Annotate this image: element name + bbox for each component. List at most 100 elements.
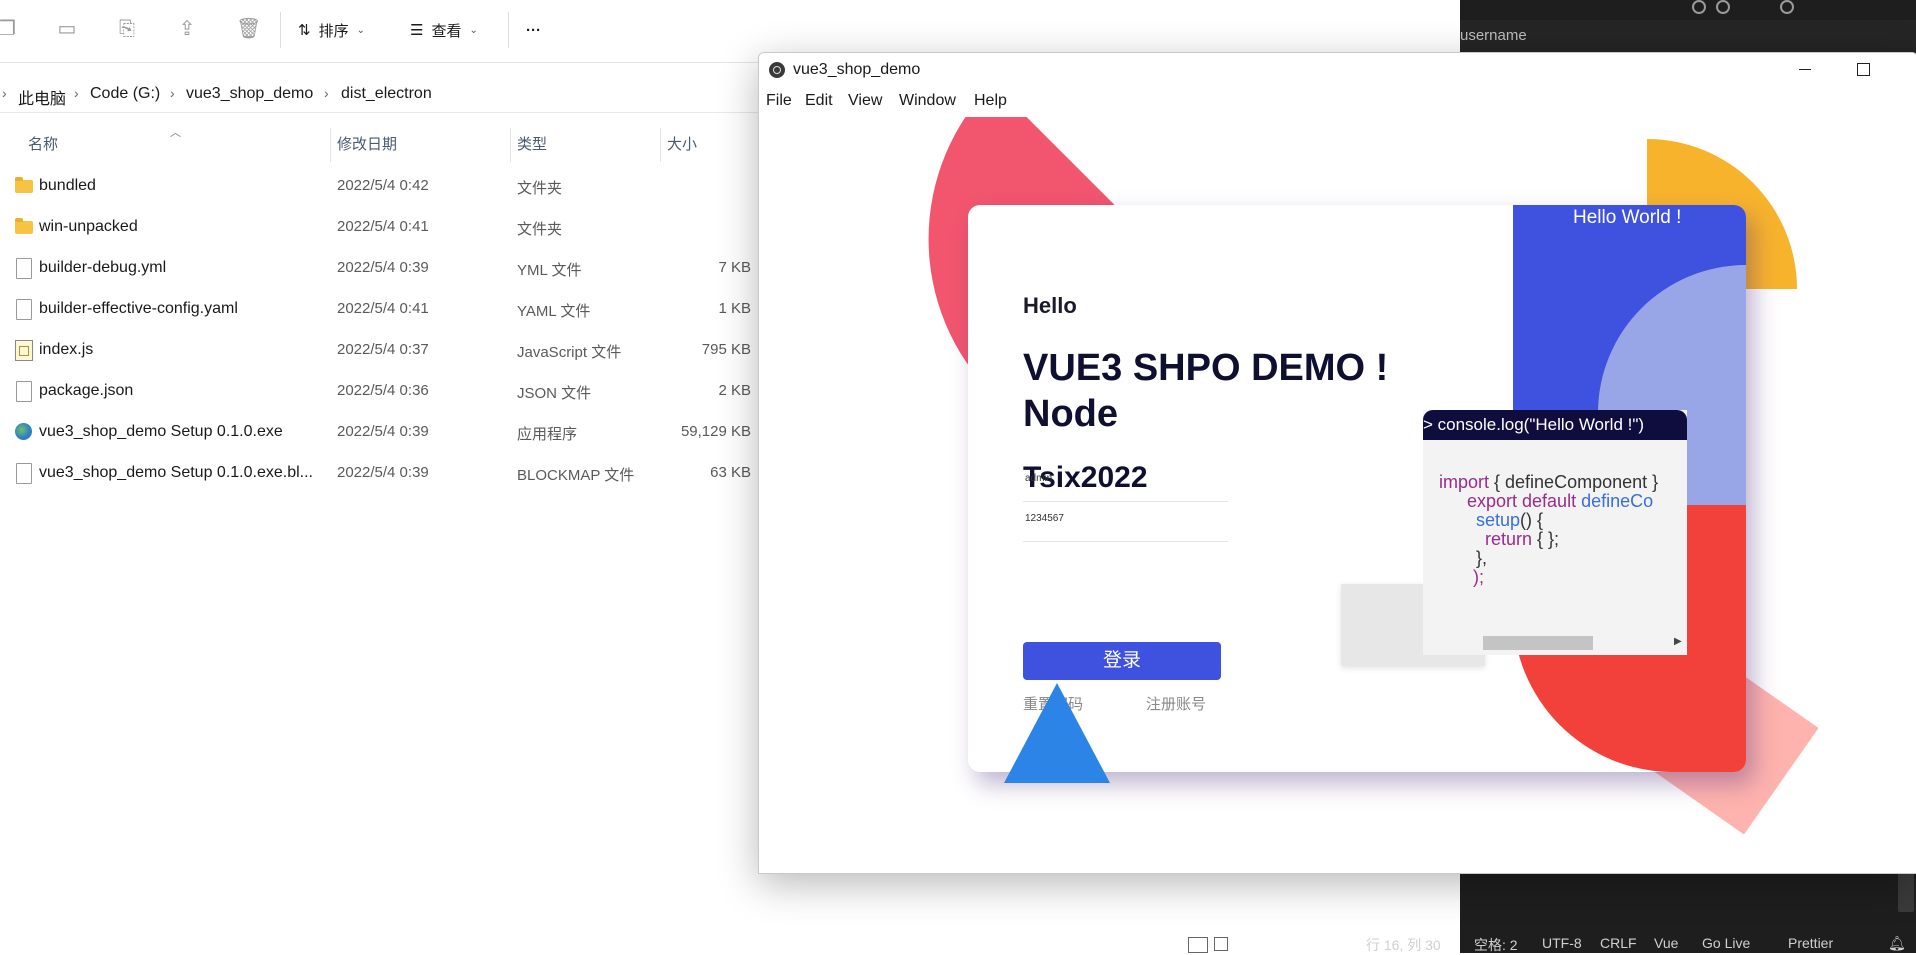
menu-window[interactable]: Window bbox=[899, 92, 956, 110]
view-button[interactable]: ☰ 查看 ⌄ bbox=[410, 17, 478, 43]
chevron-right-icon: › bbox=[324, 85, 329, 101]
breadcrumb-item[interactable]: Code (G:) bbox=[90, 85, 160, 103]
register-link[interactable]: 注册账号 bbox=[1146, 693, 1206, 714]
code-scrollbar-thumb[interactable] bbox=[1483, 636, 1593, 650]
breadcrumb-item[interactable]: vue3_shop_demo bbox=[186, 85, 313, 103]
status-prettier[interactable]: Prettier bbox=[1788, 935, 1833, 951]
login-button[interactable]: 登录 bbox=[1023, 642, 1221, 680]
decorative-blue-triangle bbox=[1004, 683, 1110, 783]
username-field bbox=[1023, 461, 1228, 502]
file-type: 文件夹 bbox=[517, 180, 563, 197]
column-divider[interactable] bbox=[510, 128, 511, 162]
status-position[interactable]: 行 16, 列 30 bbox=[1366, 935, 1441, 955]
code-text: { defineComponent } bbox=[1489, 472, 1659, 492]
file-date: 2022/5/4 0:39 bbox=[337, 423, 429, 440]
column-header-type[interactable]: 类型 bbox=[517, 133, 547, 154]
code-function: setup bbox=[1476, 510, 1521, 530]
electron-logo-icon bbox=[769, 62, 785, 78]
file-name: builder-effective-config.yaml bbox=[39, 300, 238, 317]
folder-icon bbox=[15, 218, 33, 234]
file-type: BLOCKMAP 文件 bbox=[517, 467, 635, 484]
toolbar-divider bbox=[280, 12, 281, 48]
title-line-2: Node bbox=[1023, 393, 1118, 435]
menu-help[interactable]: Help bbox=[974, 92, 1007, 110]
column-header-name[interactable]: 名称 bbox=[28, 133, 58, 154]
code-keyword: import bbox=[1439, 472, 1490, 492]
file-date: 2022/5/4 0:37 bbox=[337, 341, 429, 358]
file-type: YAML 文件 bbox=[517, 303, 591, 320]
file-name: index.js bbox=[39, 341, 94, 358]
file-type: JavaScript 文件 bbox=[517, 344, 622, 361]
sort-ascending-icon: ︿ bbox=[170, 127, 181, 139]
code-keyword: return bbox=[1485, 529, 1533, 549]
copy-icon[interactable]: ❐ bbox=[0, 18, 18, 40]
menu-view[interactable]: View bbox=[848, 92, 882, 110]
tiles-view-icon[interactable] bbox=[1214, 937, 1228, 951]
code-text: () { bbox=[1520, 510, 1544, 530]
greeting-text: Hello bbox=[1023, 293, 1077, 318]
file-type: 文件夹 bbox=[517, 221, 563, 238]
chevron-down-icon: ⌄ bbox=[469, 24, 478, 36]
minimize-icon[interactable] bbox=[1799, 69, 1811, 70]
code-snippet-card: > console.log("Hello World !") import { … bbox=[1423, 410, 1687, 655]
file-name: bundled bbox=[39, 177, 96, 194]
column-header-size[interactable]: 大小 bbox=[667, 133, 697, 154]
status-eol[interactable]: CRLF bbox=[1600, 935, 1637, 951]
javascript-file-icon bbox=[15, 340, 33, 361]
username-input[interactable] bbox=[1023, 473, 1227, 484]
file-type: YML 文件 bbox=[517, 262, 582, 279]
code-function: defineCo bbox=[1576, 491, 1654, 511]
sort-button[interactable]: ⇅ 排序 ⌄ bbox=[298, 17, 365, 43]
file-type: JSON 文件 bbox=[517, 385, 592, 402]
document-icon bbox=[16, 381, 32, 402]
delete-icon[interactable]: 🗑︎ bbox=[236, 18, 261, 40]
password-input[interactable] bbox=[1023, 513, 1227, 524]
info-icon[interactable] bbox=[1780, 0, 1794, 14]
chevron-right-icon: › bbox=[2, 85, 7, 101]
column-divider[interactable] bbox=[330, 128, 331, 162]
file-size: 2 KB bbox=[718, 382, 751, 399]
status-golive[interactable]: Go Live bbox=[1702, 935, 1750, 951]
more-options-button[interactable]: ··· bbox=[526, 17, 541, 43]
installer-icon bbox=[15, 423, 32, 440]
editor-toolbar bbox=[1460, 0, 1916, 20]
file-date: 2022/5/4 0:41 bbox=[337, 218, 429, 235]
app-content: Hello World ! Hello VUE3 SHPO DEMO ! Nod… bbox=[759, 117, 1916, 873]
refresh-icon[interactable] bbox=[1716, 0, 1730, 14]
page-title: VUE3 SHPO DEMO ! Node bbox=[1023, 345, 1423, 437]
code-line: import { defineComponent } bbox=[1439, 472, 1658, 493]
view-label: 查看 bbox=[431, 22, 462, 40]
panel-label: username bbox=[1460, 27, 1527, 44]
file-date: 2022/5/4 0:36 bbox=[337, 382, 429, 399]
scroll-right-icon[interactable]: ▶ bbox=[1674, 636, 1682, 647]
status-language[interactable]: Vue bbox=[1654, 935, 1678, 951]
code-header: > console.log("Hello World !") bbox=[1423, 410, 1687, 440]
file-date: 2022/5/4 0:42 bbox=[337, 177, 429, 194]
code-line: ); bbox=[1473, 567, 1484, 587]
details-view-icon[interactable] bbox=[1188, 937, 1208, 953]
breadcrumb-item[interactable]: 此电脑 bbox=[18, 85, 66, 109]
rename-icon[interactable]: ⎘ bbox=[116, 18, 138, 40]
menu-edit[interactable]: Edit bbox=[805, 92, 833, 110]
menu-file[interactable]: File bbox=[766, 92, 792, 110]
status-indent[interactable]: 空格: 2 bbox=[1474, 935, 1518, 955]
column-divider[interactable] bbox=[660, 128, 661, 162]
maximize-icon[interactable] bbox=[1857, 63, 1870, 76]
file-date: 2022/5/4 0:39 bbox=[337, 464, 429, 481]
column-header-date[interactable]: 修改日期 bbox=[337, 133, 397, 154]
status-encoding[interactable]: UTF-8 bbox=[1542, 935, 1582, 951]
file-date: 2022/5/4 0:39 bbox=[337, 259, 429, 276]
bell-icon[interactable]: 🔔︎ bbox=[1888, 935, 1906, 952]
run-icon[interactable] bbox=[1692, 0, 1706, 14]
file-name: vue3_shop_demo Setup 0.1.0.exe bbox=[39, 423, 283, 440]
paste-icon[interactable]: ▭ bbox=[56, 18, 78, 40]
share-icon[interactable]: ⇪ bbox=[176, 18, 198, 40]
file-name: package.json bbox=[39, 382, 134, 399]
list-view-icon: ☰ bbox=[410, 22, 424, 39]
breadcrumb-item[interactable]: dist_electron bbox=[341, 85, 432, 103]
document-icon bbox=[16, 463, 32, 484]
document-icon bbox=[16, 258, 32, 279]
chevron-right-icon: › bbox=[170, 85, 175, 101]
code-line: setup() { bbox=[1476, 510, 1543, 531]
title-line-1: VUE3 SHPO DEMO ! bbox=[1023, 347, 1389, 389]
